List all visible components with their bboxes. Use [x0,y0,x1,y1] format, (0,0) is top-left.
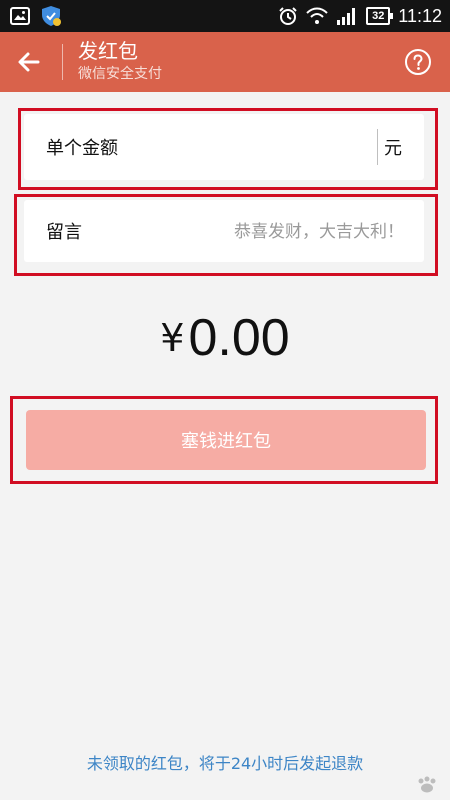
status-time: 11:12 [398,6,442,26]
question-circle-icon [405,49,431,75]
amount-display: ¥0.00 [0,308,450,368]
refund-note: 未领取的红包，将于24小时后发起退款 [86,754,364,773]
alarm-icon [279,7,297,25]
battery-icon: 32 [366,7,394,25]
amount-value: 0.00 [188,309,290,367]
signal-icon [337,8,356,25]
message-label: 留言 [46,222,82,243]
help-button[interactable] [404,48,432,76]
amount-card: 单个金额 元 [24,114,424,180]
submit-button[interactable]: 塞钱进红包 [26,410,426,470]
page-subtitle: 微信安全支付 [78,66,162,82]
page-title: 发红包 [78,39,138,63]
currency-symbol: ¥ [160,316,185,360]
security-shield-icon [42,6,61,26]
status-right: 32 11:12 [278,4,442,28]
amount-label: 单个金额 [46,138,118,159]
gallery-icon [10,7,30,25]
message-input[interactable] [124,212,406,252]
paw-logo-icon [418,776,436,793]
status-bar: 32 11:12 [0,0,450,32]
watermark [416,776,442,794]
unit-divider [377,129,378,165]
app-header: 发红包 微信安全支付 [0,32,450,92]
header-divider [62,44,63,80]
message-card: 留言 [24,200,424,262]
unit-label: 元 [384,138,402,159]
status-left [10,5,62,27]
wifi-icon [306,7,328,24]
amount-input[interactable] [164,128,368,168]
arrow-left-icon [18,52,40,72]
back-button[interactable] [14,47,44,77]
